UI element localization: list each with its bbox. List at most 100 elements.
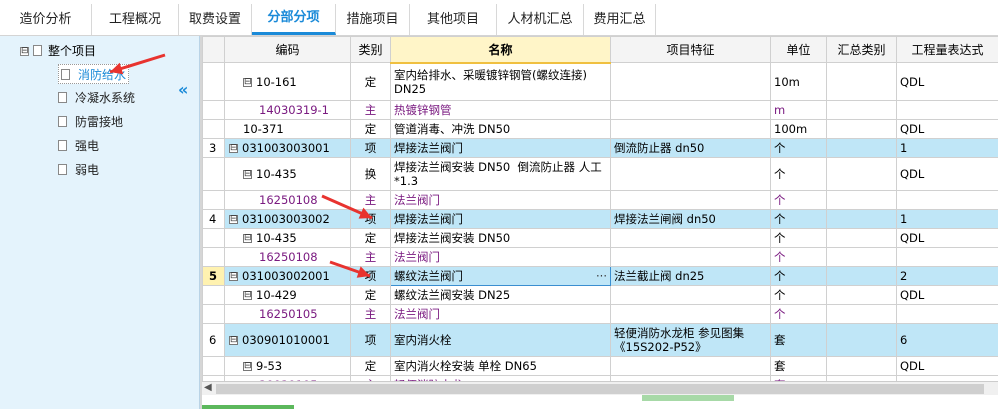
cell-summary[interactable] <box>826 356 897 376</box>
cell-code[interactable]: 16250108 <box>224 247 351 267</box>
expand-toggle-icon[interactable]: ⊟ <box>229 336 238 345</box>
cell-name[interactable]: 焊接法兰阀门 <box>390 138 611 158</box>
table-row[interactable]: 10-371 定管道消毒、冲洗 DN50 100m QDL <box>202 119 998 139</box>
cell-feature[interactable]: 轻便消防水龙柜 参见图集 《15S202-P52》 <box>610 323 771 357</box>
tab-other-items[interactable]: 其他项目 <box>410 4 497 35</box>
table-row[interactable]: ⊟ 10-435 定焊接法兰阀安装 DN50 个 QDL <box>202 228 998 248</box>
tab-measures[interactable]: 措施项目 <box>336 4 410 35</box>
expand-toggle-icon[interactable]: ⊟ <box>229 272 238 281</box>
cell-feature[interactable]: 倒流防止器 dn50 <box>610 138 771 158</box>
tree-item-strong-current[interactable]: 强电 <box>58 136 99 156</box>
tree-item-fire-water[interactable]: 消防给水 <box>58 64 130 84</box>
cell-expression[interactable] <box>896 304 998 324</box>
cell-expression[interactable]: QDL <box>896 356 998 376</box>
collapse-toggle-icon[interactable]: ⊟ <box>20 47 29 56</box>
cell-name[interactable]: 法兰阀门 <box>390 304 611 324</box>
tree-root[interactable]: ⊟ 整个项目 <box>20 42 96 60</box>
cell-code[interactable]: ⊟ 10-435 <box>224 228 351 248</box>
table-row[interactable]: 16250108 主法兰阀门 个 <box>202 247 998 267</box>
cell-expression[interactable]: 6 <box>896 323 998 357</box>
cell-category[interactable]: 定 <box>350 228 391 248</box>
expand-toggle-icon[interactable]: ⊟ <box>229 144 238 153</box>
cell-expression[interactable] <box>896 190 998 210</box>
cell-feature[interactable]: 焊接法兰闸阀 dn50 <box>610 209 771 229</box>
cell-name[interactable]: 管道消毒、冲洗 DN50 <box>390 119 611 139</box>
cell-unit[interactable]: 个 <box>770 190 827 210</box>
cell-category[interactable]: 项 <box>350 138 391 158</box>
col-header-code[interactable]: 编码 <box>224 36 351 63</box>
cell-expression[interactable] <box>896 100 998 120</box>
cell-category[interactable]: 主 <box>350 190 391 210</box>
cell-category[interactable]: 定 <box>350 285 391 305</box>
scroll-left-icon[interactable]: ◀ <box>204 382 212 393</box>
tree-item-lightning[interactable]: 防雷接地 <box>58 112 123 132</box>
cell-name[interactable]: 焊接法兰阀门 <box>390 209 611 229</box>
cell-category[interactable]: 主 <box>350 304 391 324</box>
table-row[interactable]: 16250108 主法兰阀门 个 <box>202 190 998 210</box>
cell-summary[interactable] <box>826 100 897 120</box>
cell-summary[interactable] <box>826 304 897 324</box>
cell-name[interactable]: 热镀锌钢管 <box>390 100 611 120</box>
cell-name[interactable]: 室内消火栓安装 单栓 DN65 <box>390 356 611 376</box>
cell-expression[interactable]: 1 <box>896 138 998 158</box>
scroll-thumb[interactable] <box>216 384 984 394</box>
cell-name[interactable]: 焊接法兰阀安装 DN50 倒流防止器 人工 *1.3 <box>390 157 611 191</box>
collapse-panel-icon[interactable]: « <box>178 80 188 99</box>
expand-toggle-icon[interactable]: ⊟ <box>243 77 252 87</box>
cell-unit[interactable]: 个 <box>770 138 827 158</box>
table-row[interactable]: ⊟ 10-161 定室内给排水、采暖镀锌钢管(螺纹连接) DN25 10m QDL <box>202 62 998 101</box>
cell-summary[interactable] <box>826 138 897 158</box>
cell-expression[interactable]: QDL <box>896 285 998 305</box>
cell-feature[interactable] <box>610 304 771 324</box>
table-row[interactable]: 3 ⊟ 031003003001 项焊接法兰阀门 倒流防止器 dn50 个 1 <box>202 138 998 158</box>
cell-expression[interactable]: 1 <box>896 209 998 229</box>
cell-code[interactable]: ⊟ 031003003002 <box>224 209 351 229</box>
cell-category[interactable]: 项 <box>350 323 391 357</box>
cell-category[interactable]: 项 <box>350 266 391 286</box>
expand-toggle-icon[interactable]: ⊟ <box>243 362 252 371</box>
table-row[interactable]: 16250105 主法兰阀门 个 <box>202 304 998 324</box>
cell-unit[interactable]: 个 <box>770 209 827 229</box>
cell-feature[interactable] <box>610 119 771 139</box>
horizontal-scrollbar[interactable]: ◀ <box>202 381 998 395</box>
cell-summary[interactable] <box>826 119 897 139</box>
cell-code[interactable]: ⊟ 10-161 <box>224 62 351 101</box>
tab-cost-analysis[interactable]: 造价分析 <box>0 4 92 35</box>
cell-code[interactable]: 16250108 <box>224 190 351 210</box>
cell-code[interactable]: ⊟ 031003003001 <box>224 138 351 158</box>
cell-unit[interactable]: 套 <box>770 323 827 357</box>
cell-code[interactable]: ⊟ 10-435 <box>224 157 351 191</box>
cell-name[interactable]: 焊接法兰阀安装 DN50 <box>390 228 611 248</box>
cell-summary[interactable] <box>826 285 897 305</box>
cell-name[interactable]: 室内消火栓 <box>390 323 611 357</box>
table-row[interactable]: 6 ⊟ 030901010001 项室内消火栓 轻便消防水龙柜 参见图集 《15S202… <box>202 323 998 357</box>
cell-summary[interactable] <box>826 228 897 248</box>
cell-feature[interactable] <box>610 285 771 305</box>
more-button[interactable]: ··· <box>596 269 607 283</box>
expand-toggle-icon[interactable]: ⊟ <box>243 291 252 300</box>
tab-fee-settings[interactable]: 取费设置 <box>179 4 252 35</box>
tree-item-condensate[interactable]: 冷凝水系统 <box>58 88 135 108</box>
cell-summary[interactable] <box>826 209 897 229</box>
cell-feature[interactable] <box>610 247 771 267</box>
cell-expression[interactable]: 2 <box>896 266 998 286</box>
cell-feature[interactable] <box>610 190 771 210</box>
table-row[interactable]: ⊟ 9-53 定室内消火栓安装 单栓 DN65 套 QDL <box>202 356 998 376</box>
cell-summary[interactable] <box>826 323 897 357</box>
cell-category[interactable]: 换 <box>350 157 391 191</box>
table-row[interactable]: 4 ⊟ 031003003002 项焊接法兰阀门 焊接法兰闸阀 dn50 个 1 <box>202 209 998 229</box>
table-row[interactable]: 5 ⊟ 031003002001 项 ··· 螺纹法兰阀门 法兰截止阀 dn25 个 2 <box>202 266 998 286</box>
cell-summary[interactable] <box>826 266 897 286</box>
tab-cost-summary[interactable]: 费用汇总 <box>584 4 656 35</box>
cell-unit[interactable]: 个 <box>770 304 827 324</box>
cell-unit[interactable]: 个 <box>770 228 827 248</box>
cell-code[interactable]: ⊟ 030901010001 <box>224 323 351 357</box>
cell-name[interactable]: 法兰阀门 <box>390 247 611 267</box>
cell-unit[interactable]: 100m <box>770 119 827 139</box>
cell-name[interactable]: 螺纹法兰阀安装 DN25 <box>390 285 611 305</box>
cell-name[interactable]: 室内给排水、采暖镀锌钢管(螺纹连接) DN25 <box>390 62 611 101</box>
cell-category[interactable]: 定 <box>350 119 391 139</box>
expand-handle[interactable] <box>642 395 734 401</box>
cell-summary[interactable] <box>826 157 897 191</box>
cell-summary[interactable] <box>826 190 897 210</box>
